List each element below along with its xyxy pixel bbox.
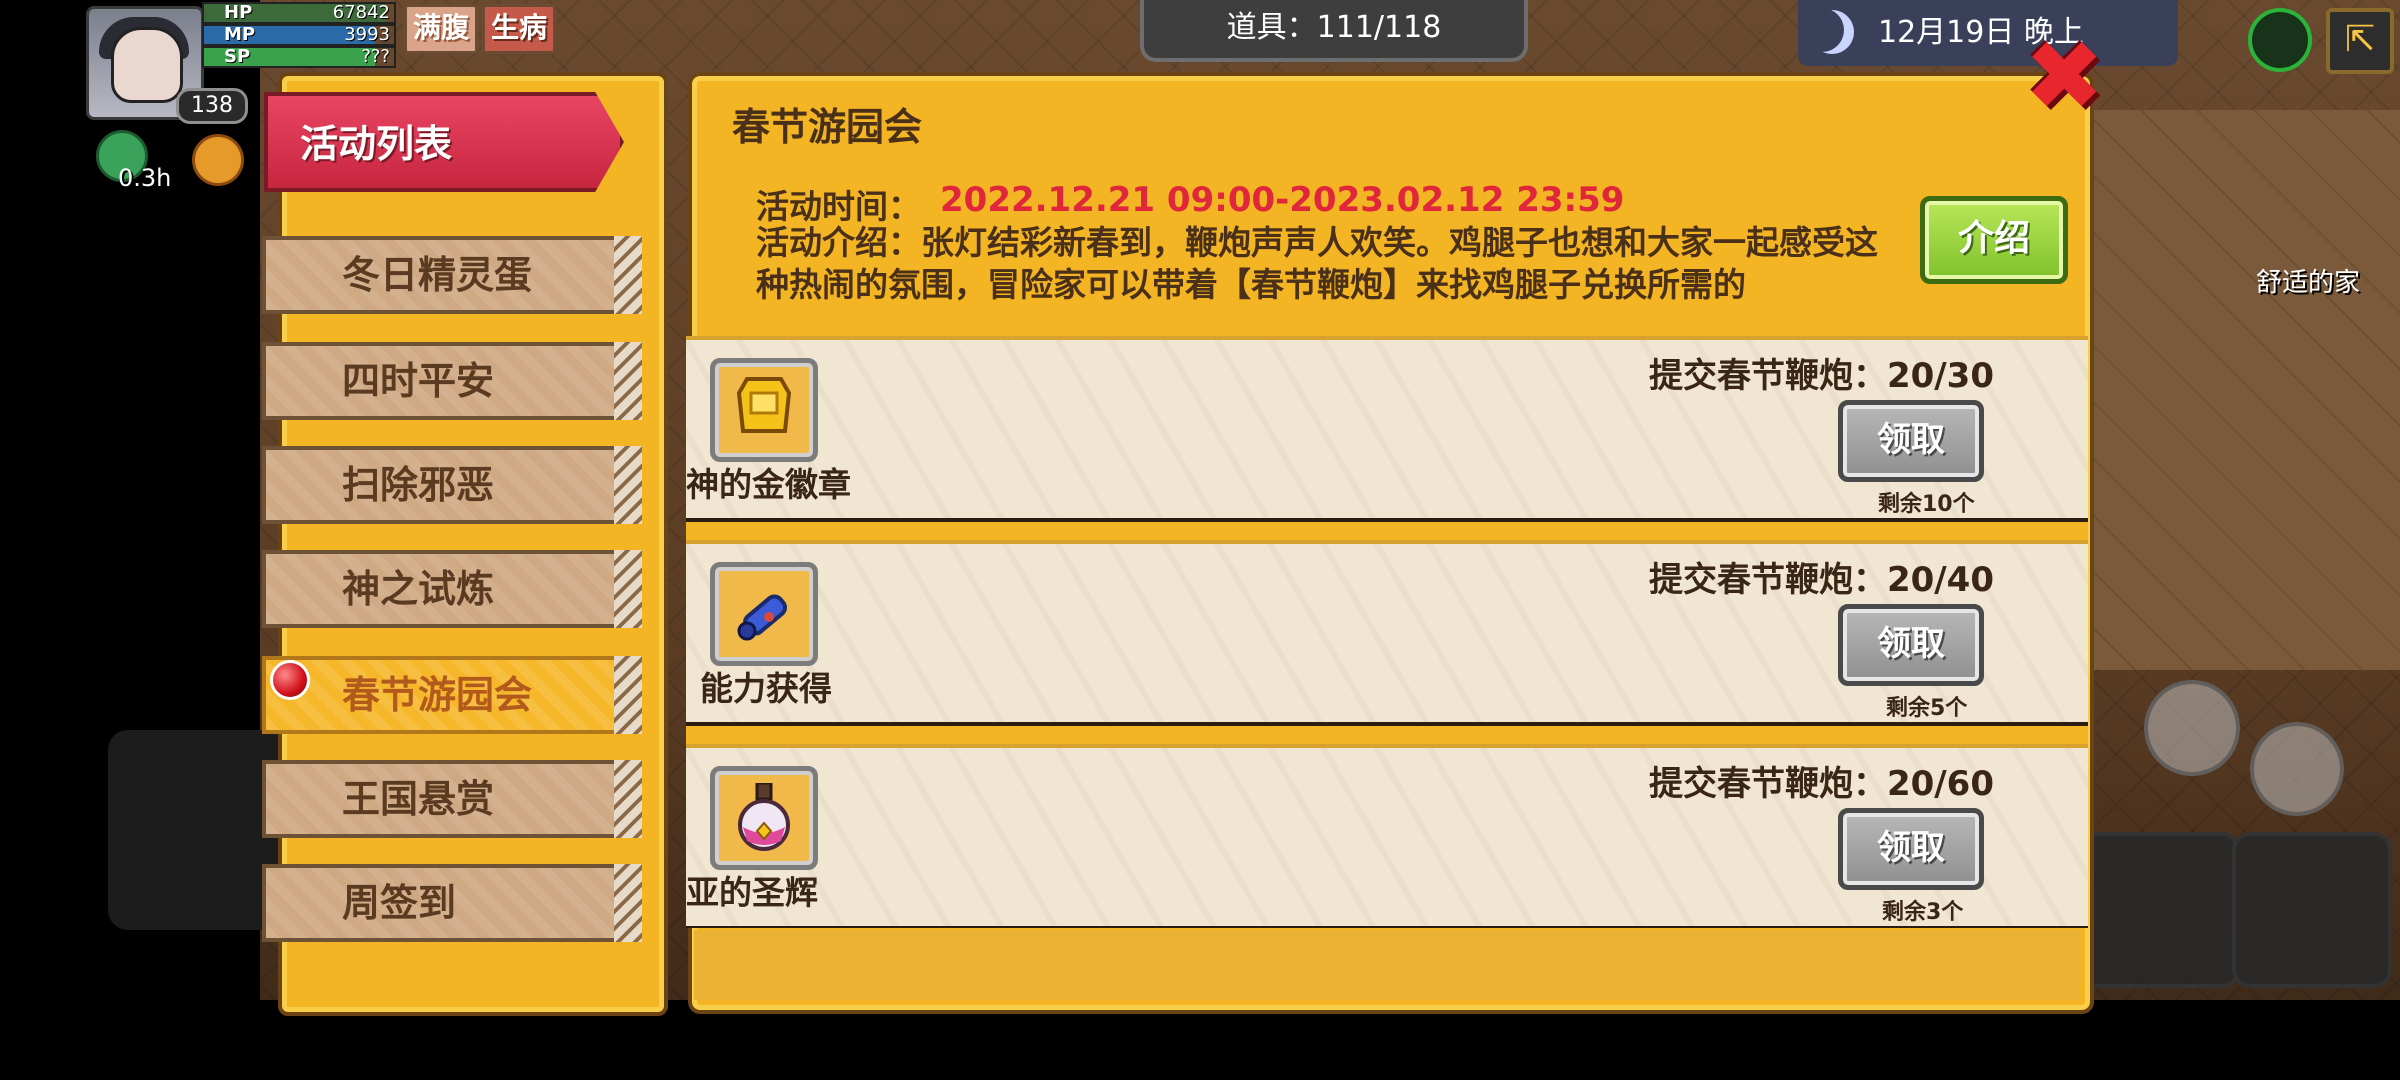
- event-item-weekly-signin[interactable]: 周签到: [262, 864, 642, 942]
- potion-icon: [738, 783, 790, 851]
- row-separator: [686, 522, 2088, 540]
- claim-button[interactable]: 领取: [1838, 400, 1984, 482]
- event-time-label: 活动时间：: [756, 187, 921, 226]
- globe-icon[interactable]: [2248, 8, 2312, 72]
- item-notch: [614, 550, 642, 628]
- date-panel: 12月19日 晚上: [1798, 0, 2178, 66]
- event-item-label: 春节游园会: [342, 673, 533, 717]
- event-item-label: 冬日精灵蛋: [342, 253, 533, 297]
- notification-dot-icon: [270, 660, 310, 700]
- reward-row: 亚的圣辉 提交春节鞭炮：20/60 领取 剩余3个: [686, 744, 2088, 928]
- event-item-label: 王国悬赏: [342, 777, 495, 821]
- exit-icon[interactable]: ⇱: [2326, 8, 2394, 74]
- room-floor: [2080, 110, 2400, 670]
- buff-fire-icon[interactable]: [192, 134, 244, 186]
- reward-slot[interactable]: [710, 562, 818, 666]
- reward-row: 能力获得 提交春节鞭炮：20/40 领取 剩余5个: [686, 540, 2088, 726]
- event-time-value: 2022.12.21 09:00-2023.02.12 23:59: [940, 180, 1625, 220]
- status-tag-sick[interactable]: 生病: [482, 4, 557, 54]
- event-item-winter-egg[interactable]: 冬日精灵蛋: [262, 236, 642, 314]
- event-item-spring-festival[interactable]: 春节游园会: [262, 656, 642, 734]
- reward-remaining: 剩余5个: [1886, 696, 1968, 721]
- reward-requirement: 提交春节鞭炮：20/60: [1648, 764, 1994, 804]
- event-item-peace[interactable]: 四时平安: [262, 342, 642, 420]
- claim-button[interactable]: 领取: [1838, 808, 1984, 890]
- event-list-header: 活动列表: [264, 92, 624, 192]
- item-notch: [614, 342, 642, 420]
- status-tag-full[interactable]: 满腹: [404, 4, 479, 54]
- buff-time: 0.3h: [118, 164, 172, 192]
- reward-name: 能力获得: [700, 669, 832, 708]
- event-item-label: 四时平安: [342, 359, 495, 403]
- sp-bar: SP ???: [202, 46, 396, 68]
- item-notch: [614, 864, 642, 942]
- mp-value: 3993: [344, 24, 390, 45]
- row-separator: [686, 726, 2088, 744]
- event-item-label: 扫除邪恶: [342, 463, 495, 507]
- event-item-label: 神之试炼: [342, 567, 495, 611]
- hp-value: 67842: [332, 2, 390, 23]
- close-icon[interactable]: ✖: [2024, 28, 2104, 124]
- reward-name: 神的金徽章: [686, 465, 851, 504]
- level-badge: 138: [176, 88, 248, 124]
- location-label: 舒适的家: [2256, 268, 2361, 298]
- mp-label: MP: [224, 24, 256, 45]
- items-counter: 道具：111/118: [1140, 0, 1528, 62]
- gold-badge-icon: [736, 377, 792, 433]
- hp-label: HP: [224, 2, 253, 23]
- moon-icon: [1810, 10, 1854, 54]
- intro-button[interactable]: 介绍: [1920, 196, 2068, 284]
- portrait-face: [111, 27, 183, 103]
- mp-bar: MP 3993: [202, 24, 396, 46]
- event-title: 春节游园会: [732, 105, 923, 149]
- reward-slot[interactable]: [710, 766, 818, 870]
- event-description: 活动介绍：张灯结彩新春到，鞭炮声声人欢笑。鸡腿子也想和大家一起感受这种热闹的氛围…: [756, 223, 1878, 304]
- reward-remaining: 剩余3个: [1882, 900, 1964, 925]
- item-notch: [614, 446, 642, 524]
- item-notch: [614, 760, 642, 838]
- weapon-slot-bow[interactable]: [2232, 832, 2392, 988]
- reward-requirement: 提交春节鞭炮：20/30: [1648, 356, 1994, 396]
- book-icon[interactable]: [2144, 680, 2240, 776]
- sp-value: ???: [361, 46, 390, 67]
- reward-remaining: 剩余10个: [1878, 492, 1975, 517]
- reward-slot[interactable]: [710, 358, 818, 462]
- reward-name: 亚的圣辉: [686, 873, 818, 912]
- item-notch: [614, 236, 642, 314]
- reward-row: 神的金徽章 提交春节鞭炮：20/30 领取 剩余10个: [686, 336, 2088, 522]
- scroll-icon: [737, 594, 788, 641]
- sp-label: SP: [224, 46, 251, 67]
- event-item-divine-trial[interactable]: 神之试炼: [262, 550, 642, 628]
- weapon-slot-sword[interactable]: [2080, 832, 2240, 988]
- event-item-purge-evil[interactable]: 扫除邪恶: [262, 446, 642, 524]
- rewards-list: 神的金徽章 提交春节鞭炮：20/30 领取 剩余10个 能力获得 提交春节鞭炮：…: [686, 336, 2088, 928]
- event-item-label: 周签到: [342, 881, 457, 925]
- panel-bottom-strip: [694, 930, 2080, 1000]
- item-notch: [614, 656, 642, 734]
- swap-icon[interactable]: [2250, 722, 2344, 816]
- claim-button[interactable]: 领取: [1838, 604, 1984, 686]
- reward-requirement: 提交春节鞭炮：20/40: [1648, 560, 1994, 600]
- event-item-kingdom-bounty[interactable]: 王国悬赏: [262, 760, 642, 838]
- hp-bar: HP 67842: [202, 2, 396, 24]
